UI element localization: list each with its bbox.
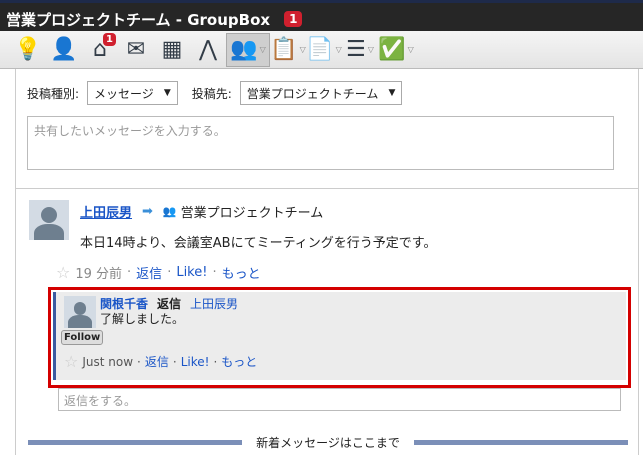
highlight-box: Follow 関根千香 返信 上田辰男 了解しました。 ☆ Just now · … xyxy=(48,287,631,388)
post-header: 上田辰男 ➡ 👥 営業プロジェクトチーム xyxy=(80,202,323,221)
post-form: 投稿種別: メッセージ ▼ 投稿先: 営業プロジェクトチーム ▼ xyxy=(27,81,403,105)
dropdown-arrow-icon[interactable]: ▽ xyxy=(336,45,342,54)
star-icon[interactable]: ☆ xyxy=(56,263,70,282)
window-title: 営業プロジェクトチーム - GroupBox xyxy=(6,11,271,29)
toolbar-button-list[interactable]: ☰ ▽ xyxy=(342,33,378,67)
reply-reply-link[interactable]: 返信 xyxy=(145,353,169,370)
toolbar-button-building[interactable]: ▦ xyxy=(154,33,190,67)
marker-line xyxy=(413,440,629,445)
mail-icon: ✉ xyxy=(126,37,146,62)
reply-link[interactable]: 返信 xyxy=(136,263,162,282)
dest-select[interactable]: 営業プロジェクトチーム ▼ xyxy=(239,81,403,105)
dropdown-arrow-icon[interactable]: ▽ xyxy=(408,45,414,54)
reply-time: Just now xyxy=(82,354,134,369)
lightbulb-icon: 💡 xyxy=(14,37,42,62)
title-bar: 営業プロジェクトチーム - GroupBox 1 xyxy=(0,0,643,31)
toolbar-button-home-cube[interactable]: ⌂ 1 xyxy=(82,32,118,67)
dropdown-arrow-icon[interactable]: ▽ xyxy=(260,45,266,54)
type-select[interactable]: メッセージ ▼ xyxy=(87,81,178,105)
toolbar: 💡 👤 ⌂ 1 ✉ ▦ ⋀ 👥 ▽ 📋 ▽ 📄 ▽ ☰ ▽ ✅ ▽ xyxy=(0,31,643,69)
message-input[interactable]: 共有したいメッセージを入力する。 xyxy=(27,116,614,170)
reply-meta: ☆ Just now · 返信 · Like! · もっと xyxy=(64,352,257,371)
main-panel: 投稿種別: メッセージ ▼ 投稿先: 営業プロジェクトチーム ▼ 共有したいメッセー… xyxy=(15,69,639,455)
toolbar-button-compass[interactable]: ⋀ xyxy=(190,33,226,67)
reply-target[interactable]: 上田辰男 xyxy=(190,295,238,312)
building-icon: ▦ xyxy=(161,37,183,62)
author-link[interactable]: 上田辰男 xyxy=(80,202,132,221)
toolbar-button-lightbulb[interactable]: 💡 xyxy=(10,33,46,67)
dest-label: 投稿先: xyxy=(191,86,232,101)
like-link[interactable]: Like! xyxy=(176,265,207,280)
type-value: メッセージ xyxy=(94,86,154,101)
toolbar-button-mail[interactable]: ✉ xyxy=(118,33,154,67)
caret-icon: ▼ xyxy=(388,88,396,98)
group-icon: 👥 xyxy=(230,37,258,62)
reply-item: Follow 関根千香 返信 上田辰男 了解しました。 ☆ Just now · … xyxy=(53,292,626,380)
toolbar-button-group[interactable]: 👥 ▽ xyxy=(226,32,270,67)
clipboard-user-icon: 📋 xyxy=(270,37,298,62)
follow-button[interactable]: Follow xyxy=(61,330,104,345)
sep: · xyxy=(212,265,217,280)
toolbar-button-user[interactable]: 👤 xyxy=(46,33,82,67)
post-meta: ☆ 19 分前 · 返信 · Like! · もっと xyxy=(56,263,261,282)
user-icon: 👤 xyxy=(50,37,78,62)
group-icon: 👥 xyxy=(162,205,177,218)
new-marker-text: 新着メッセージはここまで xyxy=(256,436,400,450)
arrow-icon: ➡ xyxy=(142,204,153,219)
toolbar-button-document-pin[interactable]: 📄 ▽ xyxy=(306,33,342,67)
reply-avatar[interactable] xyxy=(64,296,96,328)
marker-line xyxy=(28,440,243,445)
sep: · xyxy=(213,354,218,369)
sep: · xyxy=(127,265,132,280)
more-link[interactable]: もっと xyxy=(222,263,261,282)
dest-value: 営業プロジェクトチーム xyxy=(246,86,379,101)
sep: · xyxy=(172,354,177,369)
toolbar-button-checkbox[interactable]: ✅ ▽ xyxy=(378,33,414,67)
reply-input[interactable]: 返信をする。 xyxy=(58,388,621,411)
checkbox-icon: ✅ xyxy=(378,37,406,62)
dropdown-arrow-icon[interactable]: ▽ xyxy=(368,45,374,54)
post-time: 19 分前 xyxy=(75,267,123,282)
new-messages-marker: 新着メッセージはここまで xyxy=(28,434,629,451)
type-label: 投稿種別: xyxy=(27,86,80,101)
reply-more-link[interactable]: もっと xyxy=(221,353,257,370)
list-icon: ☰ xyxy=(346,37,366,62)
title-badge: 1 xyxy=(284,11,303,27)
post-body: 本日14時より、会議室ABにてミーティングを行う予定です。 xyxy=(80,236,437,251)
caret-icon: ▼ xyxy=(163,88,171,98)
star-icon[interactable]: ☆ xyxy=(64,352,78,371)
notification-badge: 1 xyxy=(103,32,116,46)
reply-like-link[interactable]: Like! xyxy=(181,355,210,369)
divider xyxy=(16,188,639,189)
sep: · xyxy=(167,265,172,280)
document-pin-icon: 📄 xyxy=(306,37,334,62)
toolbar-button-clipboard-user[interactable]: 📋 ▽ xyxy=(270,33,306,67)
reply-body: 了解しました。 xyxy=(100,312,185,326)
dropdown-arrow-icon[interactable]: ▽ xyxy=(300,45,306,54)
sep: · xyxy=(137,354,141,369)
avatar[interactable] xyxy=(29,200,69,240)
group-name: 営業プロジェクトチーム xyxy=(180,206,324,221)
compass-icon: ⋀ xyxy=(198,37,218,62)
